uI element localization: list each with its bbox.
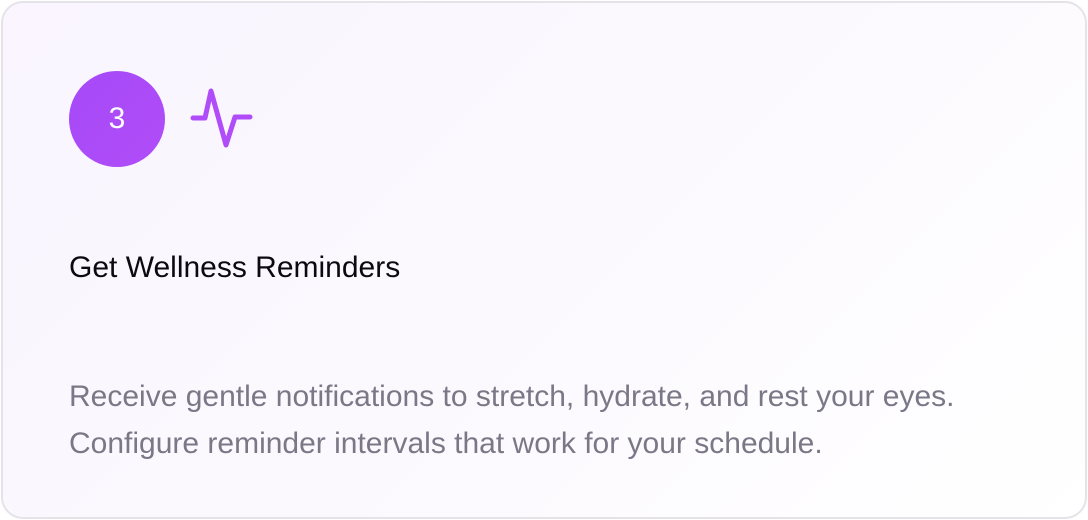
activity-icon [190,88,253,148]
card-title: Get Wellness Reminders [69,251,401,284]
step-number: 3 [108,102,126,135]
step-number-badge: 3 [69,71,165,167]
feature-card: 3 Get Wellness Reminders Receive gentle … [1,1,1087,519]
card-description: Receive gentle notifications to stretch,… [69,380,955,460]
